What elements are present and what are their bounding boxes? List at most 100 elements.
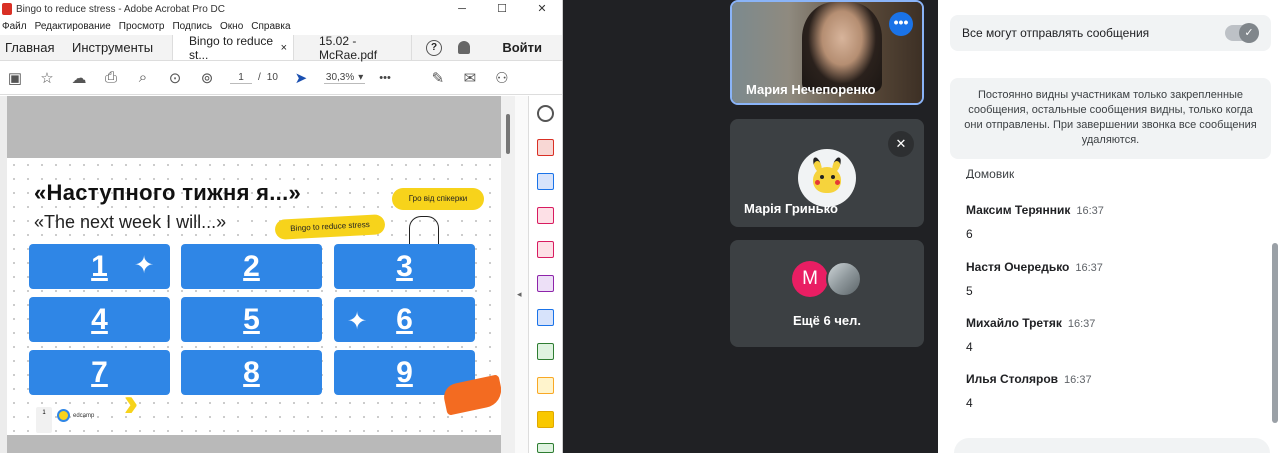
menu-help[interactable]: Справка xyxy=(251,21,290,32)
notifications-bell-icon[interactable] xyxy=(458,41,470,54)
chat-message: Максим Терянник 16:37 6 xyxy=(966,201,1104,241)
participant-avatar xyxy=(798,149,856,207)
previous-page-icon[interactable]: ⊙ xyxy=(166,69,184,87)
mic-muted-icon: ✕ xyxy=(888,131,914,157)
tab-document-mcrae[interactable]: 15.02 - McRae.pdf xyxy=(294,34,412,62)
select-cursor-icon[interactable]: ➤ xyxy=(292,69,310,87)
help-icon[interactable]: ? xyxy=(426,39,442,56)
next-page-icon[interactable]: ⊚ xyxy=(198,69,216,87)
maximize-button[interactable]: ☐ xyxy=(482,0,522,18)
chat-panel: Все могут отправлять сообщения ✓ Постоян… xyxy=(938,0,1280,453)
print-icon[interactable]: ⎙ xyxy=(102,69,120,87)
chat-message: Илья Столяров 16:37 4 xyxy=(966,370,1092,410)
participant-tile-self[interactable]: ••• Мария Нечепоренко xyxy=(730,0,924,105)
tab-document-bingo[interactable]: Bingo to reduce st... × xyxy=(172,33,294,62)
zoom-out-search-icon[interactable]: ⌕ xyxy=(134,69,152,87)
menu-bar: Файл Редактирование Просмотр Подпись Окн… xyxy=(0,18,562,35)
close-window-button[interactable]: ✕ xyxy=(522,0,562,18)
screen: Bingo to reduce stress - Adobe Acrobat P… xyxy=(0,0,1280,453)
menu-view[interactable]: Просмотр xyxy=(119,21,165,32)
comment-doc-icon[interactable] xyxy=(537,377,554,394)
page-gap-bottom xyxy=(7,435,501,453)
save-icon[interactable]: ▣ xyxy=(6,69,24,87)
message-sender: Илья Столяров xyxy=(966,372,1059,386)
pdf-page: «Наступного тижня я...» «The next week I… xyxy=(7,96,505,453)
participant-name: Мария Нечепоренко xyxy=(746,82,876,97)
message-sender: Максим Терянник xyxy=(966,203,1071,217)
tools-side-panel xyxy=(528,96,562,453)
edcamp-logo-text: edcamp xyxy=(73,412,95,419)
avatar-eye xyxy=(831,175,835,179)
message-text: 4 xyxy=(966,396,973,410)
partial-message-text: Домовик xyxy=(966,167,1015,179)
edit-pdf-icon[interactable] xyxy=(537,241,554,258)
document-area[interactable]: «Наступного тижня я...» «The next week I… xyxy=(0,96,528,453)
upload-cloud-icon[interactable]: ☁ xyxy=(70,69,88,87)
bingo-cell-3: 3 xyxy=(334,244,475,289)
edcamp-logo-icon xyxy=(57,409,70,422)
participant-avatar-letter: M xyxy=(792,261,828,297)
page-thumbnail-number: 1 xyxy=(36,407,52,433)
tab-tools[interactable]: Инструменты xyxy=(62,35,172,60)
create-pdf-icon[interactable] xyxy=(537,139,554,156)
tab-home[interactable]: Главная xyxy=(0,35,62,60)
collapse-arrow-icon: ◂ xyxy=(517,289,522,299)
bingo-cell-8: 8 xyxy=(181,350,322,395)
minimize-button[interactable]: ─ xyxy=(442,0,482,18)
bookmark-star-icon[interactable]: ☆ xyxy=(38,69,56,87)
participant-avatar-photo xyxy=(826,261,862,297)
collapse-panel-handle[interactable]: ◂ xyxy=(515,96,528,453)
sign-pen-icon[interactable]: ✎ xyxy=(429,69,447,87)
menu-window[interactable]: Окно xyxy=(220,21,243,32)
scrollbar-thumb[interactable] xyxy=(506,114,510,154)
more-participants-tile[interactable]: M Ещё 6 чел. xyxy=(730,240,924,347)
chat-info-notice: Постоянно видны участникам только закреп… xyxy=(950,78,1271,159)
comment-icon[interactable] xyxy=(537,411,554,428)
more-tool-icon[interactable] xyxy=(537,443,554,453)
acrobat-window: Bingo to reduce stress - Adobe Acrobat P… xyxy=(0,0,563,453)
avatar-cheek xyxy=(815,180,820,185)
message-time: 16:37 xyxy=(1064,374,1092,386)
page-total: 10 xyxy=(266,72,278,83)
tile-options-button[interactable]: ••• xyxy=(889,12,913,36)
slide-title-en: «The next week I will...» xyxy=(34,212,227,232)
camera-video xyxy=(802,2,882,92)
allow-messages-toggle[interactable]: ✓ xyxy=(1225,23,1259,43)
bingo-cell-4: 4 xyxy=(29,297,170,342)
page-number-input[interactable]: 1 xyxy=(230,72,252,84)
participant-tile[interactable]: ✕ Марія Гринько xyxy=(730,119,924,227)
export-pdf-icon[interactable] xyxy=(537,173,554,190)
more-participants-label: Ещё 6 чел. xyxy=(793,313,861,328)
chevron-down-icon: ▾ xyxy=(358,71,364,83)
menu-file[interactable]: Файл xyxy=(2,21,27,32)
search-zoom-icon[interactable] xyxy=(537,105,554,122)
edcamp-logo: edcamp xyxy=(57,409,94,422)
add-user-icon[interactable]: ⚇ xyxy=(493,69,511,87)
share-pdf-icon[interactable] xyxy=(537,309,554,326)
email-icon[interactable]: ✉ xyxy=(461,69,479,87)
organize-pages-icon[interactable] xyxy=(537,207,554,224)
message-time: 16:37 xyxy=(1076,205,1104,217)
speakers-pill: Гро від спікерки xyxy=(392,188,484,210)
left-nav-strip xyxy=(0,96,7,453)
allow-messages-setting: Все могут отправлять сообщения ✓ xyxy=(950,15,1271,51)
zoom-dropdown[interactable]: 30,3% ▾ xyxy=(323,71,366,84)
chat-message: Михайло Третяк 16:37 4 xyxy=(966,314,1095,354)
compress-pdf-icon[interactable] xyxy=(537,343,554,360)
menu-edit[interactable]: Редактирование xyxy=(35,21,111,32)
message-sender: Настя Очередько xyxy=(966,260,1070,274)
acrobat-titlebar: Bingo to reduce stress - Adobe Acrobat P… xyxy=(0,0,562,18)
bingo-cell-7: 7 xyxy=(29,350,170,395)
more-tools-button[interactable]: ••• xyxy=(379,72,391,84)
menu-sign[interactable]: Подпись xyxy=(172,21,212,32)
check-icon: ✓ xyxy=(1239,23,1259,43)
tab-document-bingo-label: Bingo to reduce st... xyxy=(189,33,274,62)
tab-close-icon[interactable]: × xyxy=(281,42,287,54)
vertical-scrollbar[interactable] xyxy=(501,96,515,453)
chat-scrollbar[interactable] xyxy=(1272,243,1278,423)
fill-sign-icon[interactable] xyxy=(537,275,554,292)
message-sender: Михайло Третяк xyxy=(966,316,1062,330)
acrobat-toolbar: ▣ ☆ ☁ ⎙ ⌕ ⊙ ⊚ 1 / 10 ➤ 30,3% ▾ ••• ✎ ✉ ⚇ xyxy=(0,61,562,95)
chat-message-input[interactable] xyxy=(954,438,1270,453)
sign-in-button[interactable]: Войти xyxy=(502,35,562,60)
